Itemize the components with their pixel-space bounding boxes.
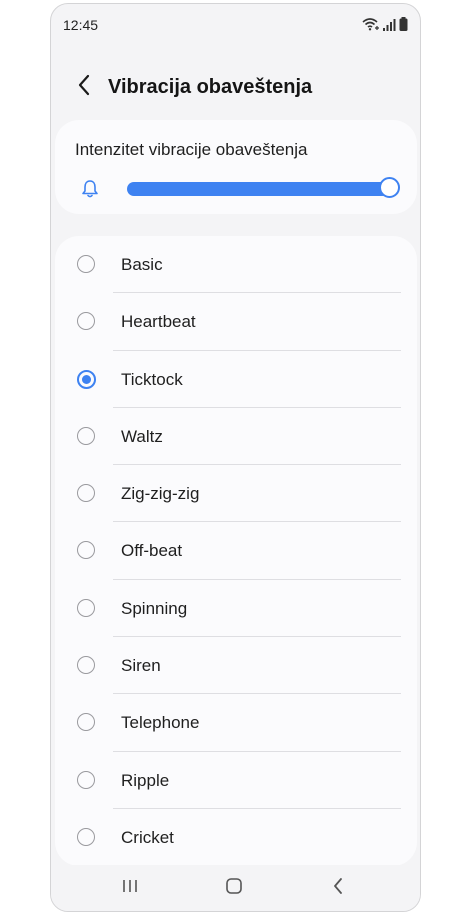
radio-button[interactable] bbox=[77, 255, 95, 273]
radio-button[interactable] bbox=[77, 426, 95, 445]
pattern-option[interactable]: Spinning bbox=[55, 580, 417, 638]
back-icon bbox=[331, 877, 345, 900]
back-arrow-icon bbox=[77, 74, 91, 101]
back-button[interactable] bbox=[69, 72, 99, 102]
radio-button[interactable] bbox=[77, 598, 95, 617]
pattern-label: Waltz bbox=[121, 426, 163, 446]
pattern-label: Off-beat bbox=[121, 541, 183, 561]
radio-button[interactable] bbox=[77, 713, 95, 732]
navigation-bar bbox=[51, 865, 420, 911]
pattern-list: Basic Heartbeat Ticktock Waltz Zig-zig-zig Of… bbox=[55, 236, 417, 866]
pattern-label: Siren bbox=[121, 656, 161, 676]
recent-apps-button[interactable] bbox=[117, 877, 143, 899]
pattern-list-card: Basic Heartbeat Ticktock Waltz Zig-zig-zig Of… bbox=[55, 236, 417, 866]
recent-apps-icon bbox=[121, 878, 139, 899]
wifi-icon bbox=[362, 17, 380, 36]
bell-icon bbox=[81, 179, 99, 204]
pattern-option[interactable]: Basic bbox=[55, 236, 417, 294]
radio-button[interactable] bbox=[77, 770, 95, 789]
status-icons bbox=[362, 17, 408, 36]
pattern-option[interactable]: Siren bbox=[55, 637, 417, 695]
pattern-option[interactable]: Ticktock bbox=[55, 351, 417, 408]
slider-fill bbox=[127, 182, 389, 196]
radio-button[interactable] bbox=[77, 312, 95, 331]
home-icon bbox=[225, 877, 243, 900]
radio-button[interactable] bbox=[77, 369, 96, 389]
slider-thumb[interactable] bbox=[379, 177, 400, 198]
radio-button[interactable] bbox=[77, 656, 95, 675]
home-button[interactable] bbox=[221, 877, 247, 899]
pattern-label: Basic bbox=[121, 255, 163, 274]
pattern-option[interactable]: Heartbeat bbox=[55, 293, 417, 351]
status-time: 12:45 bbox=[63, 17, 99, 33]
pattern-label: Spinning bbox=[121, 598, 188, 618]
battery-icon bbox=[399, 17, 408, 36]
pattern-option[interactable]: Ripple bbox=[55, 752, 417, 809]
radio-button[interactable] bbox=[77, 827, 95, 846]
pattern-label: Ticktock bbox=[121, 369, 183, 389]
page-title: Vibracija obaveštenja bbox=[108, 76, 313, 98]
intensity-label: Intenzitet vibracije obaveštenja bbox=[75, 140, 308, 159]
intensity-card: Intenzitet vibracije obaveštenja bbox=[55, 120, 417, 214]
header: Vibracija obaveštenja bbox=[51, 64, 420, 114]
nav-back-button[interactable] bbox=[325, 877, 351, 899]
status-bar: 12:45 bbox=[51, 4, 420, 46]
pattern-label: Heartbeat bbox=[121, 312, 196, 332]
pattern-option[interactable]: Telephone bbox=[55, 694, 417, 752]
pattern-label: Ripple bbox=[121, 770, 170, 790]
pattern-option[interactable]: Off-beat bbox=[55, 522, 417, 580]
pattern-label: Cricket bbox=[121, 827, 174, 847]
phone-screen: 12:45 Vibracija obaveštenja Intenzitet v… bbox=[50, 3, 421, 912]
pattern-label: Telephone bbox=[121, 713, 200, 733]
pattern-option[interactable]: Zig-zig-zig bbox=[55, 465, 417, 523]
radio-button[interactable] bbox=[77, 541, 95, 560]
pattern-option[interactable]: Cricket bbox=[55, 809, 417, 866]
pattern-label: Zig-zig-zig bbox=[121, 484, 200, 504]
signal-icon bbox=[383, 18, 396, 36]
pattern-option[interactable]: Waltz bbox=[55, 408, 417, 466]
radio-button[interactable] bbox=[77, 484, 95, 503]
intensity-slider[interactable] bbox=[127, 177, 400, 198]
